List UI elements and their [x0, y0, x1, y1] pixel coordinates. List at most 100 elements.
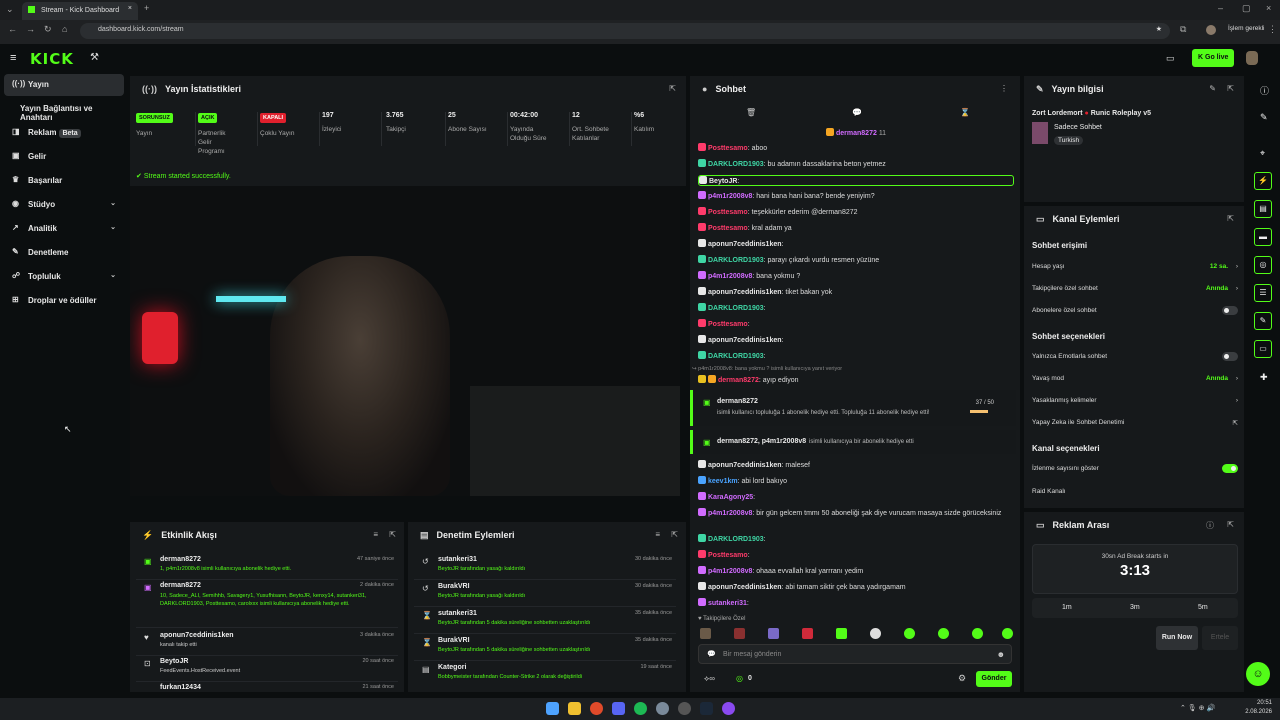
lightning-tool-icon[interactable]: ⚡: [1254, 172, 1272, 190]
chat-message[interactable]: Posttesamo: kral adam ya: [698, 223, 1018, 232]
feed-user[interactable]: BeytoJR: [160, 658, 188, 665]
account-age-setting[interactable]: Hesap yaşı 12 sa. ›: [1032, 263, 1238, 270]
feed-user[interactable]: derman8272: [160, 582, 201, 589]
chat-message[interactable]: Posttesamo: teşekkürler ederim @derman82…: [698, 207, 1018, 216]
chat-user[interactable]: p4m1r2008v8: [708, 273, 752, 280]
chat-user[interactable]: DARKLORD1903: [708, 305, 764, 312]
feed-user[interactable]: derman8272: [160, 556, 201, 563]
chat-user[interactable]: Posttesamo: [708, 225, 748, 232]
kick-logo[interactable]: KICK: [30, 50, 74, 68]
chat-message[interactable]: DARKLORD1903:: [698, 351, 1018, 360]
emote-icon[interactable]: [972, 628, 983, 639]
popout-icon[interactable]: ⇱: [669, 84, 676, 93]
emote-icon[interactable]: [938, 628, 949, 639]
chat-message[interactable]: DARKLORD1903:: [698, 303, 1018, 312]
emoji-icon[interactable]: ☻: [997, 650, 1005, 659]
feed-user[interactable]: furkan12434: [160, 684, 201, 691]
tray-icons[interactable]: ⌃ 🎙 ⊕ 🔊: [1180, 704, 1215, 712]
sidebar-item-studio[interactable]: ◉ Stüdyo ⌄: [4, 194, 124, 216]
chat-message[interactable]: BeytoJR:: [698, 175, 1014, 186]
go-live-button[interactable]: K Go live: [1192, 49, 1234, 67]
ai-moderation-setting[interactable]: Yapay Zeka ile Sohbet Denetimi ⇱: [1032, 419, 1238, 427]
chat-user[interactable]: aponun7ceddinis1ken: [708, 289, 782, 296]
popout-icon[interactable]: ⇱: [1227, 214, 1234, 223]
home-icon[interactable]: ⌂: [62, 24, 67, 34]
extensions-icon[interactable]: ⧉: [1180, 24, 1186, 35]
feed-user[interactable]: aponun7ceddinis1ken: [160, 632, 234, 639]
chat-message[interactable]: aponun7ceddinis1ken: malesef: [698, 460, 1018, 469]
profile-avatar[interactable]: [1206, 25, 1216, 35]
chat-user[interactable]: Posttesamo: [708, 552, 748, 559]
later-button[interactable]: Ertele: [1202, 626, 1238, 650]
emote-icon[interactable]: [1002, 628, 1013, 639]
show-viewers-toggle[interactable]: [1222, 464, 1238, 473]
spotify-icon[interactable]: [634, 702, 647, 715]
chat-message[interactable]: aponun7ceddinis1ken: tiket bakan yok: [698, 287, 1018, 296]
popout-icon[interactable]: ⇱: [671, 530, 678, 539]
mod-target[interactable]: BurakVRI: [438, 637, 470, 644]
edit-icon[interactable]: ✎: [1260, 112, 1268, 123]
creator-icon[interactable]: ▭: [1166, 53, 1175, 64]
forward-icon[interactable]: →: [26, 24, 35, 34]
chat-user[interactable]: DARKLORD1903: [708, 353, 764, 360]
mod-target[interactable]: BurakVRI: [438, 583, 470, 590]
profile-label[interactable]: İşlem gerekli: [1228, 25, 1264, 32]
ad-option-5m[interactable]: 5m: [1198, 604, 1208, 611]
list-tool-icon[interactable]: ☰: [1254, 284, 1272, 302]
chat-input[interactable]: 💬 Bir mesaj gönderin ☻: [698, 644, 1012, 664]
chat-message[interactable]: sutankeri31:: [698, 598, 1018, 607]
emote-icon[interactable]: [700, 628, 711, 639]
send-button[interactable]: Gönder: [976, 671, 1012, 687]
monitor-tool-icon[interactable]: ▭: [1254, 340, 1272, 358]
chat-message[interactable]: aponun7ceddinis1ken: abi tamam siktir çe…: [698, 582, 1018, 591]
minimize-icon[interactable]: –: [1218, 3, 1223, 13]
mod-target[interactable]: sutankeri31: [438, 610, 477, 617]
chat-message[interactable]: DARKLORD1903: bu adamın dassaklarina bet…: [698, 159, 1018, 168]
discord-icon[interactable]: [612, 702, 625, 715]
chat-tool-icon[interactable]: ▬: [1254, 228, 1272, 246]
category-thumbnail[interactable]: [1032, 122, 1048, 144]
raid-channel-setting[interactable]: Raid Kanalı: [1032, 488, 1238, 495]
user-avatar[interactable]: [1246, 51, 1258, 65]
filter-icon[interactable]: ≡: [655, 530, 660, 539]
run-now-button[interactable]: Run Now: [1156, 626, 1198, 650]
start-menu-icon[interactable]: [546, 702, 559, 715]
banned-words-setting[interactable]: Yasaklanmış kelimeler ›: [1032, 397, 1238, 404]
chat-user[interactable]: DARKLORD1903: [708, 161, 764, 168]
chat-message[interactable]: Posttesamo: aboo: [698, 143, 1018, 152]
popout-icon[interactable]: ⇱: [389, 530, 396, 539]
pinned-gifter[interactable]: derman8272 11: [826, 128, 886, 137]
maximize-icon[interactable]: ▢: [1242, 3, 1251, 14]
close-tab-icon[interactable]: ×: [128, 5, 132, 12]
address-bar[interactable]: dashboard.kick.com/stream ★: [80, 23, 1170, 39]
new-tab-icon[interactable]: +: [144, 3, 149, 13]
trash-icon[interactable]: 🗑: [746, 108, 756, 117]
chat-icon[interactable]: 💬: [852, 108, 862, 117]
chat-message[interactable]: derman8272: ayıp ediyon: [698, 375, 1018, 384]
chat-menu-icon[interactable]: ⋮: [1000, 84, 1008, 93]
obs-icon[interactable]: [722, 702, 735, 715]
browser-tab[interactable]: Stream - Kick Dashboard ×: [22, 2, 138, 20]
hamburger-menu-icon[interactable]: ≡: [10, 52, 16, 64]
crosshair-icon[interactable]: ⌖: [1260, 148, 1265, 159]
broadcast-tool-icon[interactable]: ◎: [1254, 256, 1272, 274]
slow-mode-setting[interactable]: Yavaş mod Anında ›: [1032, 375, 1238, 382]
document-tool-icon[interactable]: ▤: [1254, 200, 1272, 218]
chat-user[interactable]: aponun7ceddinis1ken: [708, 337, 782, 344]
filter-icon[interactable]: ≡: [373, 530, 378, 539]
sidebar-item-ads[interactable]: ◨ Reklam Beta: [4, 122, 124, 144]
emote-icon[interactable]: [836, 628, 847, 639]
sidebar-item-drops[interactable]: ⊞ Droplar ve ödüller: [4, 290, 124, 312]
wrench-tool-icon[interactable]: ✎: [1254, 312, 1272, 330]
chat-message[interactable]: DARKLORD1903:: [698, 534, 1018, 543]
chat-message[interactable]: Posttesamo:: [698, 319, 1018, 328]
stream-preview-video[interactable]: [130, 186, 680, 496]
chat-user[interactable]: Posttesamo: [708, 145, 748, 152]
sidebar-item-revenue[interactable]: ▣ Gelir: [4, 146, 124, 168]
sidebar-item-analytics[interactable]: ↗ Analitik ⌄: [4, 218, 124, 240]
browser-menu-icon[interactable]: ⋮: [1268, 24, 1277, 35]
chat-message[interactable]: DARKLORD1903: parayı çıkardı vurdu resme…: [698, 255, 1018, 264]
subs-only-toggle[interactable]: [1222, 306, 1238, 315]
chat-user[interactable]: p4m1r2008v8: [708, 193, 752, 200]
gift-users[interactable]: derman8272, p4m1r2008v8: [717, 438, 806, 445]
